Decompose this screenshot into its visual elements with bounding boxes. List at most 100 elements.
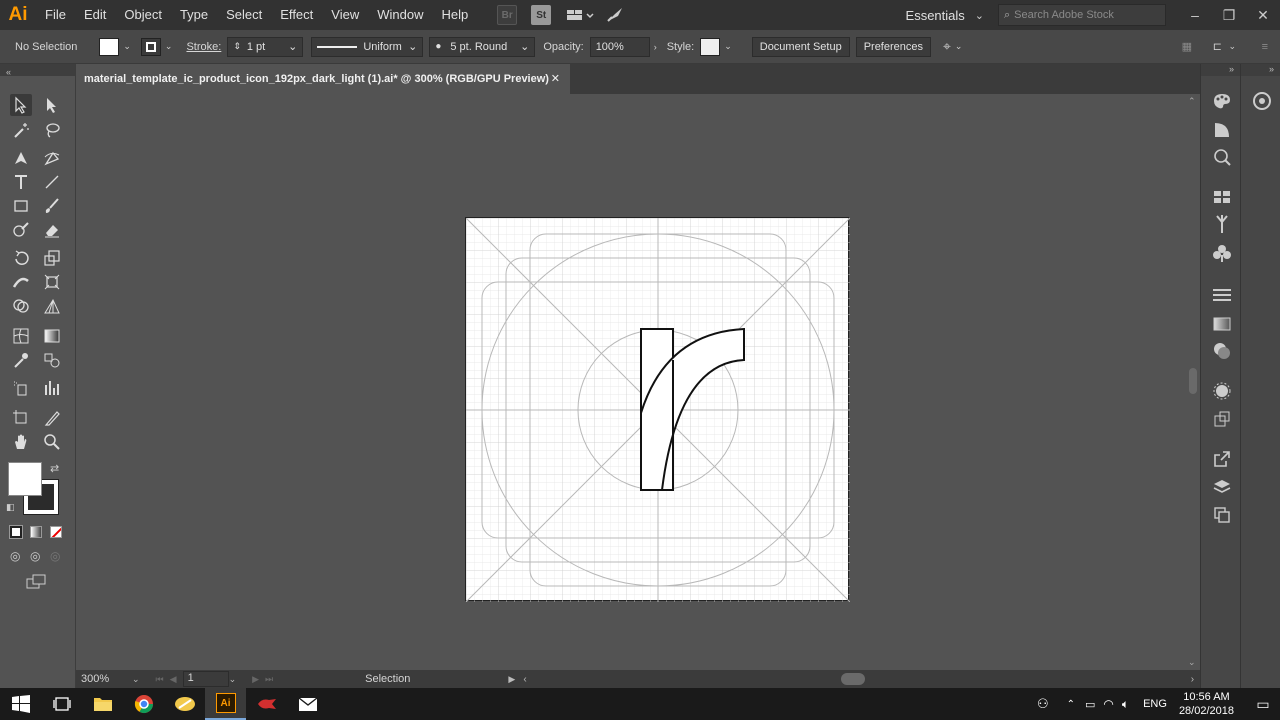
chevron-down-icon[interactable]: ⌄ [955, 41, 963, 52]
export-icon[interactable] [1213, 450, 1231, 471]
arrange-icon[interactable]: ⌖ [943, 38, 951, 55]
scroll-up-icon[interactable]: ⌃ [1188, 96, 1196, 107]
color-mode-icon[interactable] [9, 525, 23, 539]
transform-icon[interactable]: ⊏ [1213, 40, 1222, 53]
brushes-icon[interactable] [1213, 214, 1231, 237]
width-tool-icon[interactable] [10, 271, 32, 293]
layers-icon[interactable] [1213, 478, 1231, 499]
close-document-icon[interactable]: ✕ [551, 64, 560, 94]
pen-tool-icon[interactable] [10, 147, 32, 169]
bridge-button[interactable]: Br [497, 5, 518, 25]
artboard-number-field[interactable]: 1 [182, 671, 229, 687]
workspace-switcher[interactable]: Essentials [906, 8, 965, 23]
screen-mode-icon[interactable] [26, 574, 48, 590]
swatches-icon[interactable] [1213, 190, 1231, 207]
file-explorer-icon[interactable] [82, 688, 123, 720]
arrange-documents-icon[interactable] [565, 5, 595, 25]
vertical-scrollbar[interactable]: ⌃ ⌄ [1186, 94, 1200, 670]
draw-normal-icon[interactable]: ◎ [10, 549, 20, 563]
line-segment-tool-icon[interactable] [41, 171, 63, 193]
transparency-icon[interactable] [1213, 342, 1231, 363]
default-colors-icon[interactable]: ◧ [6, 502, 15, 513]
stock-button[interactable]: St [531, 5, 552, 25]
people-icon[interactable]: ⚇ [1037, 696, 1049, 712]
current-tool-status[interactable]: Selection [365, 673, 410, 685]
stroke-label[interactable]: Stroke: [186, 41, 221, 53]
illustrator-taskbar-icon[interactable]: Ai [205, 688, 246, 720]
scale-tool-icon[interactable] [41, 247, 63, 269]
chevron-down-icon[interactable]: ⌄ [724, 41, 732, 52]
gpu-performance-icon[interactable] [605, 5, 625, 25]
chevron-down-icon[interactable]: ⌄ [975, 9, 984, 22]
chevron-down-icon[interactable]: ⌄ [408, 40, 417, 53]
menu-view[interactable]: View [322, 0, 368, 30]
previous-artboard-icon[interactable]: ◀ [170, 674, 177, 685]
chevron-down-icon[interactable]: ⌄ [520, 40, 529, 53]
windows-start-icon[interactable] [0, 688, 41, 720]
libraries-icon[interactable] [1251, 92, 1273, 113]
expand-panels-icon[interactable]: » [1241, 64, 1280, 76]
document-tab[interactable]: material_template_ic_product_icon_192px_… [76, 64, 570, 94]
none-mode-icon[interactable] [50, 526, 62, 538]
volume-icon[interactable]: 🔈︎ [1122, 697, 1129, 712]
fill-color-box-front[interactable] [8, 462, 42, 496]
canvas[interactable] [76, 94, 1186, 670]
search-stock-input[interactable]: ⌕ Search Adobe Stock [998, 4, 1166, 26]
gaming-app-icon[interactable] [246, 688, 287, 720]
status-menu-icon[interactable]: ▶ [508, 674, 515, 685]
artboards-icon[interactable] [1213, 506, 1231, 527]
shape-builder-tool-icon[interactable] [10, 295, 32, 317]
align-icon[interactable]: ▦ [1182, 40, 1192, 53]
gradient-tool-icon[interactable] [41, 325, 63, 347]
mesh-tool-icon[interactable] [10, 325, 32, 347]
notifications-icon[interactable]: ▭ [1246, 696, 1280, 713]
direct-selection-tool-icon[interactable] [41, 94, 63, 116]
color-guide-icon[interactable] [1213, 121, 1231, 142]
zoom-tool-icon[interactable] [41, 431, 63, 453]
collapse-icon[interactable]: « [6, 67, 11, 77]
wifi-icon[interactable]: ◠ [1103, 697, 1113, 711]
scroll-right-icon[interactable]: › [1191, 674, 1194, 685]
rotate-tool-icon[interactable] [10, 247, 32, 269]
draw-inside-icon[interactable]: ◎ [50, 549, 60, 563]
image-trace-icon[interactable] [1213, 382, 1231, 403]
chevron-down-icon[interactable]: ⌄ [165, 41, 173, 52]
eraser-tool-icon[interactable] [41, 219, 63, 241]
last-artboard-icon[interactable]: ⏭ [265, 674, 273, 685]
column-graph-tool-icon[interactable] [41, 377, 63, 399]
gradient-panel-icon[interactable] [1213, 317, 1231, 334]
stroke-weight-field[interactable]: ⇕ 1 pt ⌄ [227, 36, 304, 57]
horizontal-scroll-thumb[interactable] [840, 673, 865, 685]
artboard[interactable] [465, 217, 851, 603]
scroll-left-icon[interactable]: ‹ [523, 674, 526, 685]
menu-object[interactable]: Object [115, 0, 171, 30]
eyedropper-tool-icon[interactable] [10, 349, 32, 371]
chevron-down-icon[interactable]: ⌄ [1228, 41, 1236, 52]
menu-window[interactable]: Window [368, 0, 432, 30]
next-artboard-icon[interactable]: ▶ [252, 674, 259, 685]
close-icon[interactable]: ✕ [1246, 7, 1280, 24]
rectangle-tool-icon[interactable] [10, 195, 32, 217]
menu-select[interactable]: Select [217, 0, 271, 30]
scroll-down-icon[interactable]: ⌄ [1188, 657, 1196, 668]
lasso-tool-icon[interactable] [41, 119, 63, 141]
slice-tool-icon[interactable] [41, 407, 63, 429]
draw-behind-icon[interactable]: ◎ [30, 549, 40, 563]
artboard-tool-icon[interactable] [10, 407, 32, 429]
show-hidden-icons[interactable]: ⌃ [1067, 699, 1075, 710]
shaper-tool-icon[interactable] [10, 219, 32, 241]
stroke-panel-icon[interactable] [1213, 288, 1231, 305]
graphic-style-swatch[interactable] [700, 37, 721, 56]
opacity-field[interactable]: 100% [589, 36, 650, 57]
panel-menu-icon[interactable]: ≡ [1262, 41, 1268, 53]
menu-help[interactable]: Help [432, 0, 477, 30]
swap-colors-icon[interactable]: ⇄ [50, 462, 59, 475]
task-view-icon[interactable] [41, 688, 82, 720]
symbol-sprayer-tool-icon[interactable] [10, 377, 32, 399]
magic-wand-tool-icon[interactable] [10, 119, 32, 141]
mail-icon[interactable] [287, 688, 328, 720]
blend-tool-icon[interactable] [41, 349, 63, 371]
preferences-button[interactable]: Preferences [855, 36, 931, 57]
variable-width-profile[interactable]: Uniform ⌄ [311, 36, 424, 57]
paintbrush-tool-icon[interactable] [41, 195, 63, 217]
